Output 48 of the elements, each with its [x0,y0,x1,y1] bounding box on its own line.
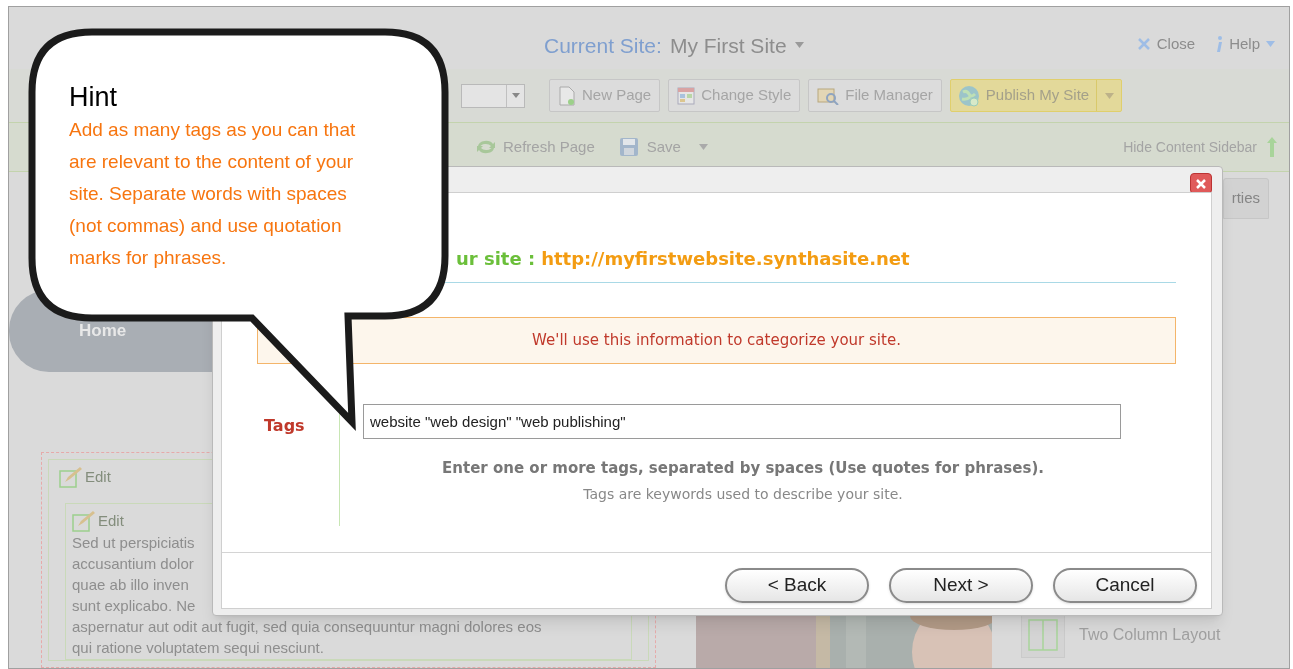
paragraph-line: aspernatur aut odit aut fugit, sed quia consequuntur magni dolores eos [72,617,542,637]
edit-icon[interactable] [59,466,83,489]
caret-icon[interactable] [1266,40,1275,47]
close-icon[interactable] [1136,36,1151,51]
image-folder-icon [817,86,840,105]
field-label: Tags [264,416,305,435]
note-text: Tags are keywords used to describe your site. [582,484,904,504]
page-select[interactable] [461,83,525,108]
callout-title: Hint [69,81,118,114]
refresh-icon[interactable] [475,138,497,156]
edit-label[interactable]: Edit [98,509,124,532]
edit-label[interactable]: Edit [85,466,111,489]
tags-input-field[interactable]: website "web design" "web publishing" [363,404,1121,439]
hint-text: Enter one or more tags, separated by spaces (Use quotes for phrases). [441,458,1045,479]
dialog-button[interactable]: Next > [889,568,1033,603]
close-button[interactable] [1190,173,1212,194]
caret-icon[interactable] [698,144,708,150]
home-nav-label: Home [79,320,127,343]
edit-icon[interactable] [72,509,96,532]
info-message: We'll use this information to categorize your site. [532,330,901,352]
dialog-button[interactable]: Cancel [1053,568,1197,603]
site-url: http://myfirstwebsite.synthasite.net [541,247,910,271]
caret-icon[interactable] [794,42,804,49]
dialog-heading: ur site : [456,247,536,271]
save-icon[interactable] [618,137,639,157]
publish-button[interactable]: Publish My Site [950,80,1098,111]
sidebar-tab[interactable]: rties [1222,178,1269,219]
two-column-layout-icon [1028,619,1058,651]
caret-icon [511,93,520,98]
callout-text: Add as many tags as you can that are relevant to the content of your site. Separate words with spaces (not commas) and use quotation marks for phrases. [69,118,357,270]
help-link[interactable]: Help [1229,32,1260,55]
up-arrow-icon[interactable] [1267,137,1277,157]
current-site-label: Current Site: [544,32,662,59]
caret-icon [1104,92,1114,99]
site-name[interactable]: My First Site [669,29,787,61]
paragraph-line: qui ratione voluptatem sequi nesciunt. [72,638,324,658]
document-icon [558,85,576,106]
paragraph-line: sunt explicabo. Ne [72,596,196,616]
globe-icon [957,84,980,107]
paragraph-line: accusantium dolor [72,554,194,574]
paragraph-line: Sed ut perspiciatis [72,533,195,553]
dialog-button[interactable]: < Back [725,568,869,603]
layout-option-label: Two Column Layout [1079,625,1221,645]
palette-grid-icon [677,86,696,105]
close-link[interactable]: Close [1156,32,1196,55]
paragraph-line: quae ab illo inven [72,575,189,595]
info-icon[interactable] [1215,35,1224,52]
close-icon [1196,178,1206,189]
